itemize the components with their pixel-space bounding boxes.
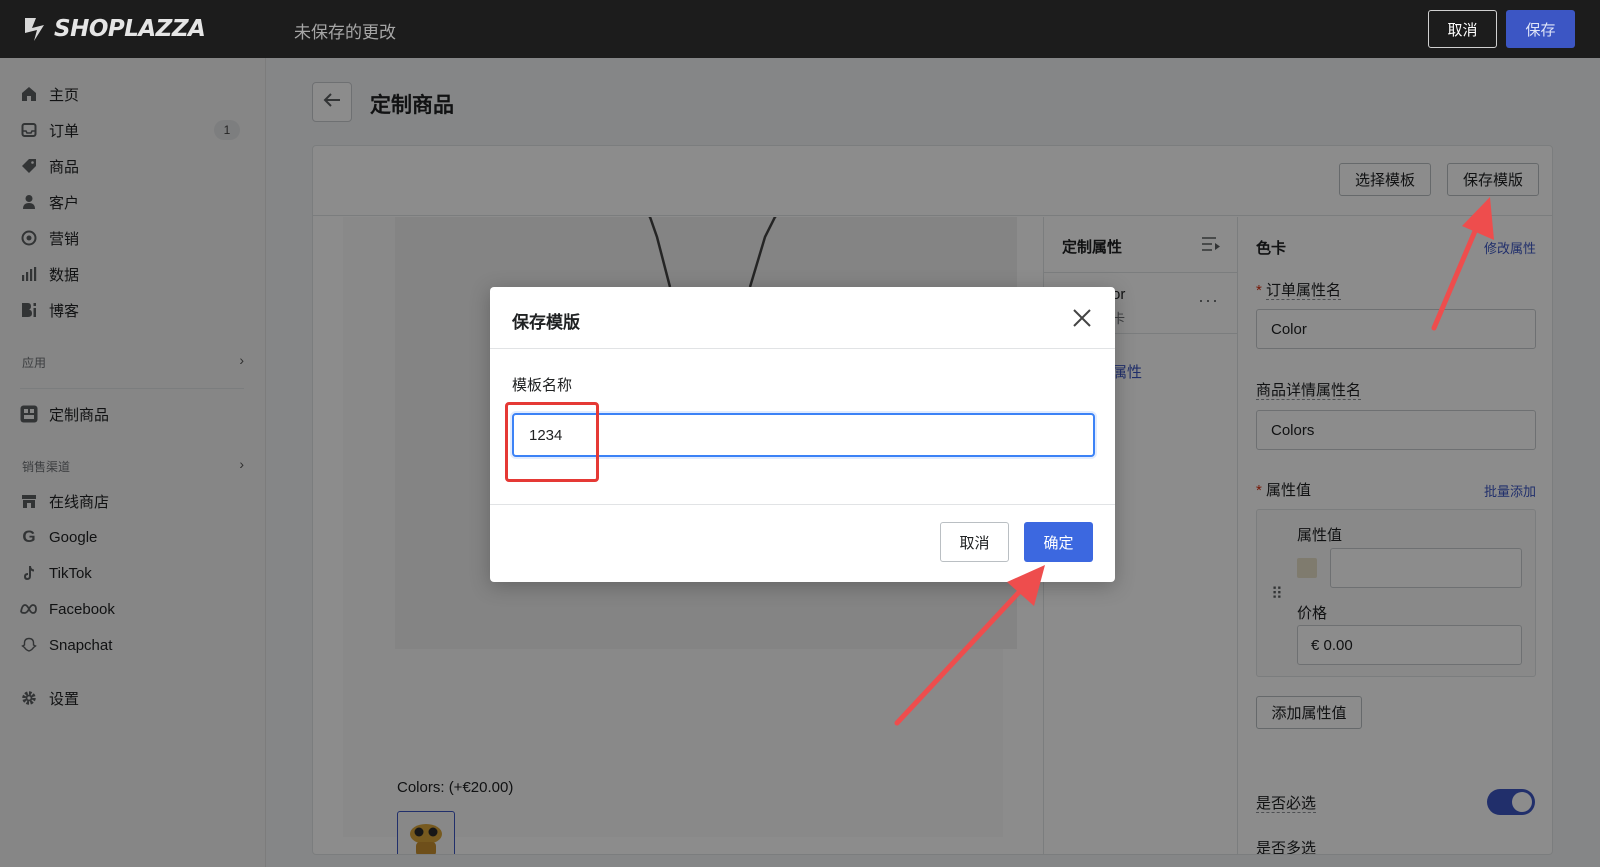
modal-footer: 取消 确定 <box>490 504 1115 582</box>
top-bar: SHOPLAZZA 未保存的更改 取消 保存 <box>0 0 1600 58</box>
modal-cancel-button[interactable]: 取消 <box>940 522 1009 562</box>
template-name-label: 模板名称 <box>512 377 573 394</box>
logo-text: SHOPLAZZA <box>54 16 206 42</box>
shoplazza-logo-icon <box>22 15 48 43</box>
logo: SHOPLAZZA <box>22 15 206 43</box>
modal-confirm-button[interactable]: 确定 <box>1024 522 1093 562</box>
template-name-input[interactable] <box>512 413 1095 457</box>
annotation-highlight-box <box>505 402 599 482</box>
unsaved-status: 未保存的更改 <box>294 23 396 42</box>
top-save-button[interactable]: 保存 <box>1506 10 1575 48</box>
close-icon[interactable] <box>1067 303 1097 333</box>
modal-title: 保存模版 <box>512 313 580 332</box>
top-cancel-button[interactable]: 取消 <box>1428 10 1497 48</box>
modal-header: 保存模版 <box>490 287 1115 349</box>
